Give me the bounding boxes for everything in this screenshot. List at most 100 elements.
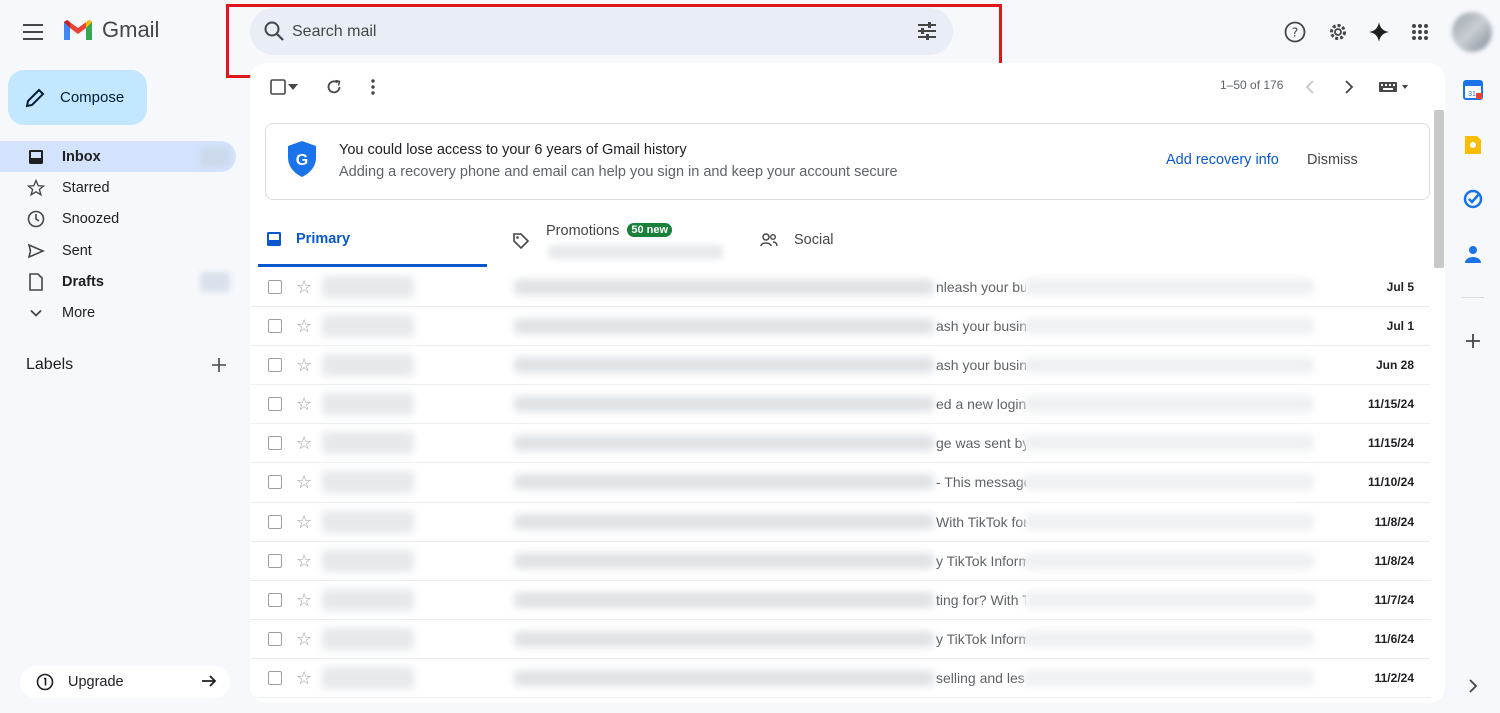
- email-row[interactable]: ☆ - This message 11/10/24: [250, 463, 1430, 503]
- email-row[interactable]: ☆ nleash your bu Jul 5: [250, 268, 1430, 308]
- compose-label: Compose: [60, 89, 125, 106]
- upgrade-button[interactable]: Upgrade: [20, 666, 230, 698]
- apps-grid-icon: [1412, 24, 1428, 40]
- sender-name: [322, 588, 414, 611]
- sender-name: [322, 432, 414, 455]
- category-tabs: Primary Promotions 50 new Social: [250, 213, 1445, 267]
- settings-button[interactable]: [1322, 16, 1354, 48]
- sidebar-item-more[interactable]: More: [0, 297, 236, 328]
- search-input[interactable]: [292, 8, 892, 55]
- star-icon[interactable]: ☆: [296, 551, 312, 572]
- add-label-icon[interactable]: [212, 358, 226, 372]
- scrollbar[interactable]: [1434, 110, 1444, 268]
- search-bar[interactable]: [250, 8, 953, 55]
- tab-primary[interactable]: Primary: [258, 213, 487, 267]
- keep-icon: [1465, 136, 1481, 154]
- row-checkbox[interactable]: [268, 553, 282, 568]
- email-subject: [514, 357, 934, 374]
- get-addons-button[interactable]: [1462, 330, 1484, 352]
- email-row[interactable]: ☆ y TikTok Inform 11/6/24: [250, 620, 1430, 659]
- apps-button[interactable]: [1404, 16, 1436, 48]
- row-checkbox[interactable]: [268, 475, 282, 490]
- star-icon[interactable]: ☆: [296, 512, 312, 533]
- gmail-logo[interactable]: Gmail: [62, 17, 159, 43]
- sidebar-item-label: Starred: [62, 179, 110, 196]
- email-snippet: nleash your bu: [936, 279, 1026, 295]
- sidebar-item-starred[interactable]: Starred: [0, 172, 236, 203]
- newer-button[interactable]: [1298, 75, 1322, 99]
- input-tools-button[interactable]: [1376, 75, 1412, 99]
- row-checkbox[interactable]: [268, 514, 282, 529]
- keep-app[interactable]: [1462, 134, 1484, 156]
- plus-icon: [1466, 334, 1480, 348]
- star-icon[interactable]: ☆: [296, 316, 312, 337]
- help-icon: ?: [1284, 21, 1306, 43]
- tab-label: Social: [794, 232, 834, 248]
- chevron-right-icon: [1345, 80, 1354, 94]
- row-checkbox[interactable]: [268, 358, 282, 373]
- email-row[interactable]: ☆ ash your busine Jul 1: [250, 307, 1430, 347]
- show-side-panel-button[interactable]: [1462, 675, 1484, 697]
- more-vert-icon: [371, 79, 375, 95]
- compose-button[interactable]: Compose: [8, 70, 147, 125]
- account-avatar[interactable]: [1452, 12, 1492, 52]
- tab-label: Primary: [296, 230, 351, 247]
- add-recovery-link[interactable]: Add recovery info: [1166, 152, 1279, 168]
- sidebar-item-sent[interactable]: Sent: [0, 235, 236, 266]
- sender-name: [322, 315, 414, 338]
- email-row[interactable]: ☆ ed a new login 11/15/24: [250, 385, 1430, 425]
- refresh-button[interactable]: [322, 75, 346, 99]
- row-checkbox[interactable]: [268, 670, 282, 685]
- sender-name: [322, 276, 414, 298]
- email-date: 11/10/24: [1367, 475, 1414, 490]
- keyboard-icon: [1379, 82, 1408, 92]
- sidebar-item-drafts[interactable]: Drafts: [0, 266, 236, 297]
- star-icon[interactable]: ☆: [296, 472, 312, 493]
- calendar-app[interactable]: 31: [1462, 79, 1484, 101]
- sidebar-item-inbox[interactable]: Inbox: [0, 141, 236, 173]
- svg-text:31: 31: [1468, 91, 1476, 98]
- search-options-icon[interactable]: [915, 19, 939, 43]
- row-checkbox[interactable]: [268, 280, 282, 294]
- sidebar-item-snoozed[interactable]: Snoozed: [0, 204, 236, 235]
- tasks-app[interactable]: [1462, 188, 1484, 210]
- email-row[interactable]: ☆ ting for? With T 11/7/24: [250, 581, 1430, 620]
- select-dropdown[interactable]: [286, 75, 300, 99]
- email-snippet: ting for? With T: [936, 591, 1026, 608]
- contacts-icon: [1465, 246, 1481, 263]
- sender-name: [322, 666, 414, 689]
- main-menu-button[interactable]: [14, 12, 54, 52]
- row-checkbox[interactable]: [268, 397, 282, 412]
- row-checkbox[interactable]: [268, 436, 282, 451]
- star-icon[interactable]: ☆: [296, 277, 312, 298]
- gemini-button[interactable]: [1363, 16, 1395, 48]
- email-subject: [514, 669, 934, 686]
- star-icon[interactable]: ☆: [296, 355, 312, 376]
- star-icon[interactable]: ☆: [296, 668, 312, 689]
- email-date: 11/15/24: [1367, 397, 1414, 412]
- tab-social[interactable]: Social: [760, 213, 980, 267]
- email-subject: [514, 474, 934, 491]
- recovery-banner: G You could lose access to your 6 years …: [265, 123, 1430, 200]
- row-checkbox[interactable]: [268, 631, 282, 646]
- more-options-button[interactable]: [361, 75, 385, 99]
- dismiss-button[interactable]: Dismiss: [1307, 152, 1358, 168]
- row-checkbox[interactable]: [268, 319, 282, 334]
- email-row[interactable]: ☆ selling and les 11/2/24: [250, 659, 1430, 699]
- star-icon[interactable]: ☆: [296, 394, 312, 415]
- star-icon[interactable]: ☆: [296, 629, 312, 650]
- email-row[interactable]: ☆ y TikTok Inform 11/8/24: [250, 542, 1430, 581]
- contacts-app[interactable]: [1462, 243, 1484, 265]
- email-row[interactable]: ☆ ash your busine Jun 28: [250, 346, 1430, 386]
- star-icon[interactable]: ☆: [296, 590, 312, 611]
- email-subject: [514, 591, 934, 608]
- row-checkbox[interactable]: [268, 592, 282, 607]
- email-row[interactable]: ☆ With TikTok for S 11/8/24: [250, 503, 1430, 542]
- star-icon[interactable]: ☆: [296, 433, 312, 454]
- email-row[interactable]: ☆ ge was sent by 11/15/24: [250, 424, 1430, 464]
- search-icon[interactable]: [262, 19, 286, 43]
- older-button[interactable]: [1337, 75, 1361, 99]
- email-snippet: ash your busine: [936, 357, 1026, 374]
- support-button[interactable]: ?: [1279, 16, 1311, 48]
- email-date: 11/8/24: [1374, 514, 1414, 529]
